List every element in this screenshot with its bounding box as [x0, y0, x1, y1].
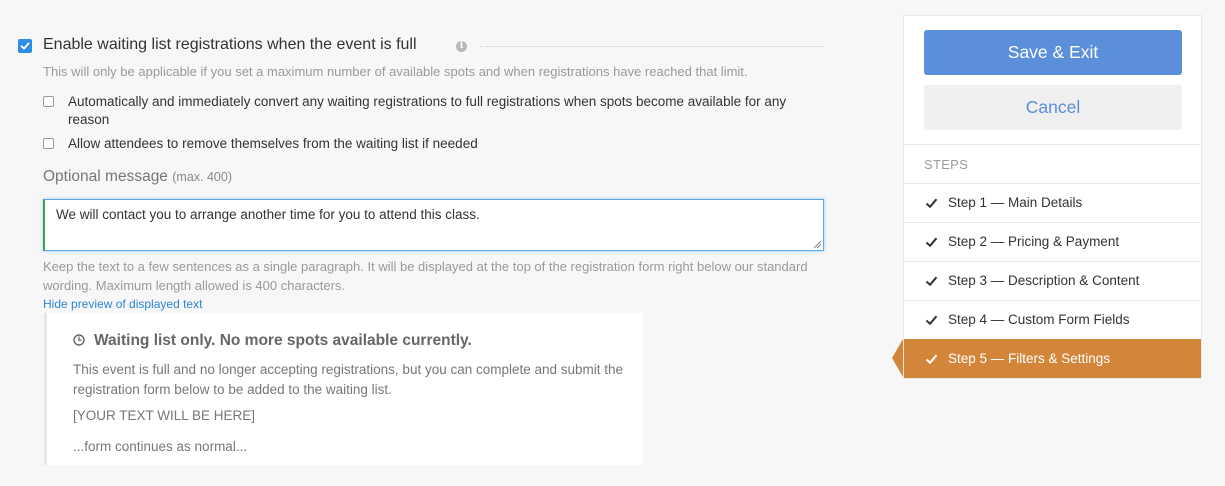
save-exit-button[interactable]: Save & Exit — [924, 30, 1182, 75]
step-pricing-payment[interactable]: Step 2 — Pricing & Payment — [904, 222, 1201, 261]
check-icon — [925, 315, 938, 325]
enable-waitlist-label[interactable]: Enable waiting list registrations when t… — [43, 36, 417, 54]
optional-message-input[interactable] — [43, 199, 824, 251]
optional-message-title: Optional message — [43, 168, 168, 185]
step-label: Step 3 — Description & Content — [948, 273, 1140, 288]
step-label: Step 5 — Filters & Settings — [948, 351, 1111, 366]
auto-convert-option: Automatically and immediately convert an… — [43, 93, 833, 131]
divider — [904, 144, 1201, 145]
hide-preview-link[interactable]: Hide preview of displayed text — [43, 297, 202, 311]
waitlist-note: This will only be applicable if you set … — [43, 64, 748, 79]
check-icon — [925, 276, 938, 286]
step-description-content[interactable]: Step 3 — Description & Content — [904, 261, 1201, 300]
check-icon — [925, 354, 938, 364]
step-custom-form-fields[interactable]: Step 4 — Custom Form Fields — [904, 300, 1201, 339]
auto-convert-checkbox[interactable] — [43, 96, 54, 107]
step-label: Step 2 — Pricing & Payment — [948, 234, 1120, 249]
self-remove-checkbox[interactable] — [43, 138, 54, 149]
active-step-pointer — [892, 339, 903, 377]
preview-placeholder: [YOUR TEXT WILL BE HERE] — [73, 408, 256, 423]
step-label: Step 1 — Main Details — [948, 195, 1083, 210]
self-remove-label[interactable]: Allow attendees to remove themselves fro… — [68, 135, 828, 153]
preview-body: This event is full and no longer accepti… — [73, 362, 624, 397]
checkmark-icon — [20, 42, 30, 50]
enable-waitlist-checkbox[interactable] — [18, 39, 32, 53]
preview-heading: Waiting list only. No more spots availab… — [94, 332, 472, 349]
optional-message-label: Optional message (max. 400) — [43, 168, 232, 186]
check-icon — [925, 198, 938, 208]
sidebar: Save & Exit Cancel STEPS Step 1 — Main D… — [903, 15, 1202, 379]
step-filters-settings[interactable]: Step 5 — Filters & Settings — [904, 339, 1201, 378]
settings-panel: Enable waiting list registrations when t… — [0, 0, 890, 486]
steps-heading: STEPS — [924, 157, 969, 172]
resize-handle-icon[interactable] — [813, 240, 822, 249]
preview-continuation: ...form continues as normal... — [73, 439, 248, 454]
check-icon — [925, 237, 938, 247]
self-remove-option: Allow attendees to remove themselves fro… — [43, 135, 833, 155]
cancel-button[interactable]: Cancel — [924, 85, 1182, 130]
max-length-hint: (max. 400) — [172, 170, 232, 184]
clock-icon — [73, 334, 85, 346]
enable-waitlist-row: Enable waiting list registrations when t… — [18, 36, 824, 56]
info-icon[interactable]: i — [456, 41, 467, 52]
step-label: Step 4 — Custom Form Fields — [948, 312, 1130, 327]
divider — [480, 46, 824, 47]
auto-convert-label[interactable]: Automatically and immediately convert an… — [68, 93, 828, 129]
message-help-text: Keep the text to a few sentences as a si… — [43, 259, 808, 293]
step-main-details[interactable]: Step 1 — Main Details — [904, 183, 1201, 222]
preview-box: Waiting list only. No more spots availab… — [44, 313, 643, 465]
